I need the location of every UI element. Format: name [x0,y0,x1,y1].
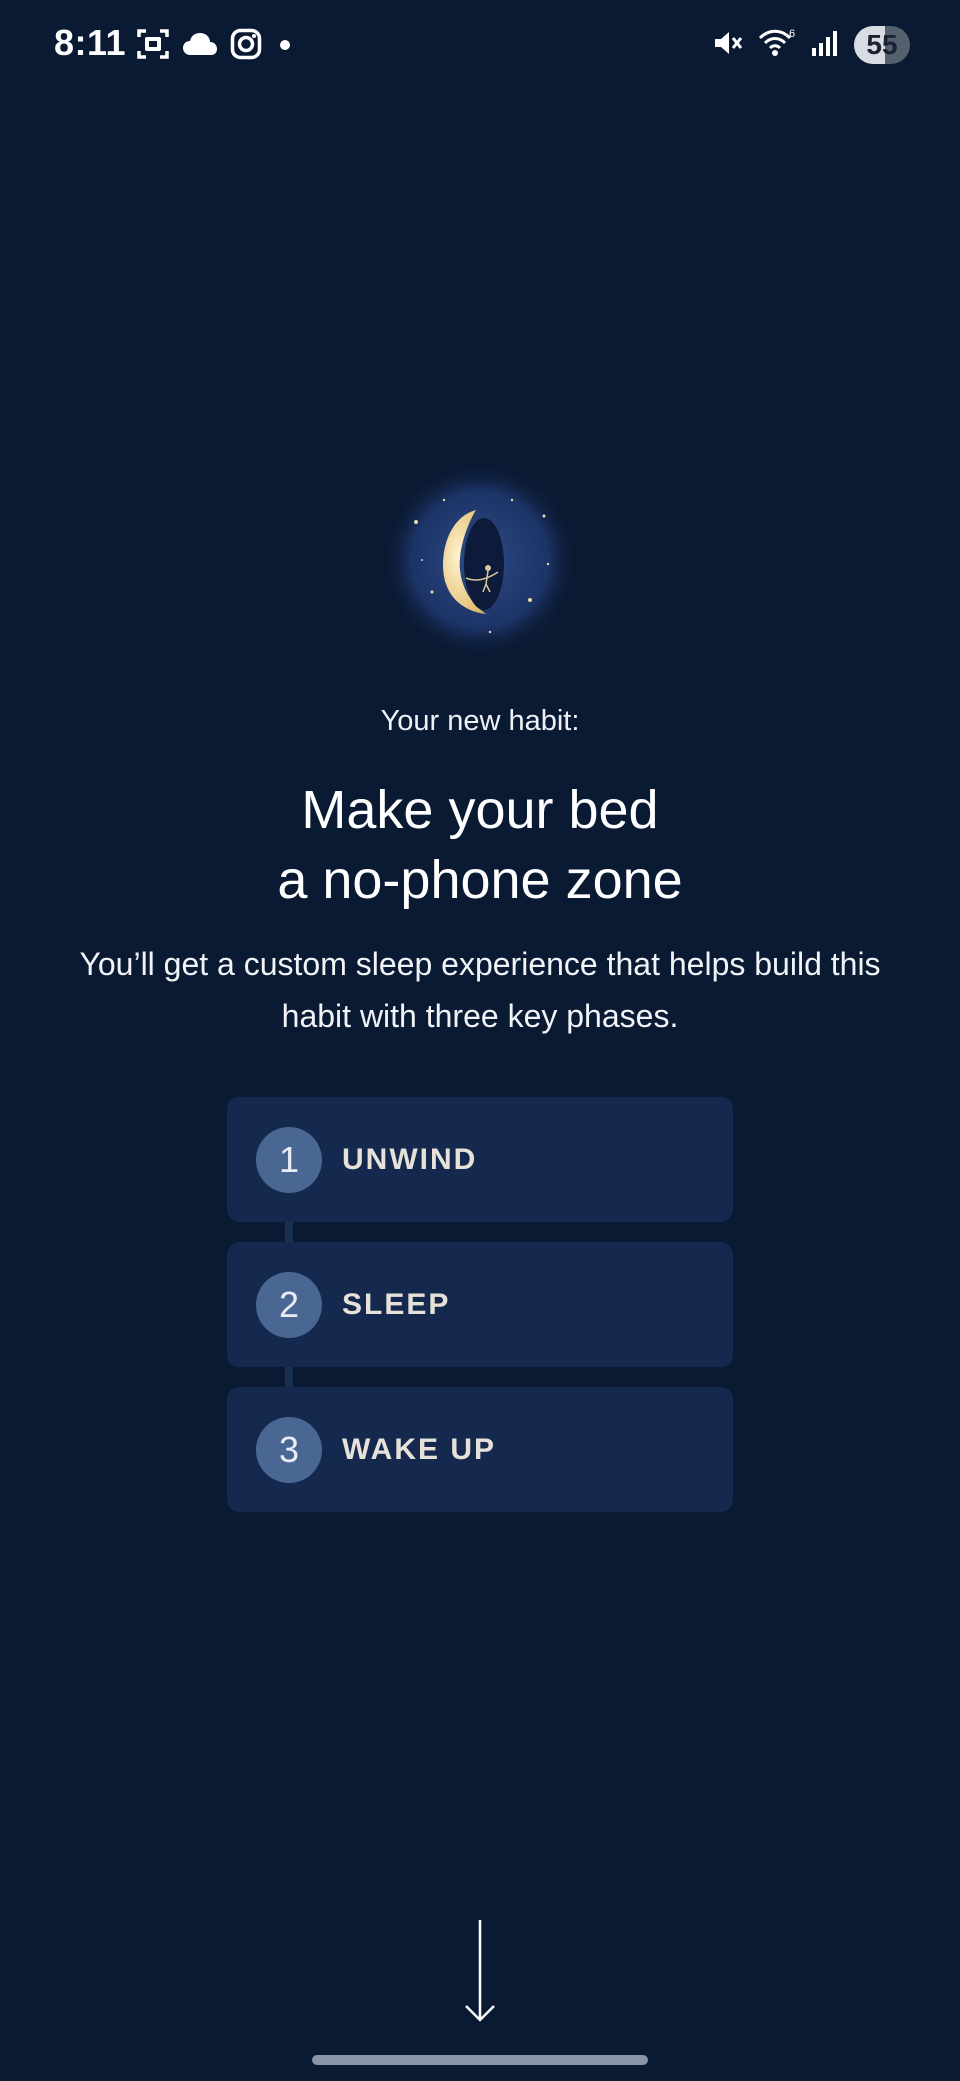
phase-connector [285,1367,293,1389]
description-text: You’ll get a custom sleep experience tha… [79,946,881,1034]
notification-dot-icon [274,33,296,55]
page-title-line-2: a no-phone zone [277,850,683,910]
onboarding-screen: 8:11 6 55 Your new habit: Make your bed … [0,0,960,2081]
wifi-icon: 6 [758,27,796,64]
phase-label: UNWIND [342,1142,478,1176]
phase-number-badge: 3 [256,1416,322,1483]
moon-illustration-icon [380,460,580,660]
signal-icon [810,28,840,63]
status-left-icons [136,26,296,62]
phase-label: SLEEP [342,1287,451,1321]
mute-icon [712,27,744,64]
battery-level: 55 [866,29,898,60]
status-time: 8:11 [54,22,127,63]
phase-card-wake-up: 3 WAKE UP [227,1387,733,1512]
eyebrow-text: Your new habit: [380,705,580,737]
down-arrow-icon[interactable] [462,1918,498,2026]
phase-card-sleep: 2 SLEEP [227,1242,733,1367]
home-indicator[interactable] [312,2055,648,2065]
phase-number-badge: 2 [256,1271,322,1338]
screenshot-icon [136,27,170,61]
instagram-icon [230,28,262,60]
phase-card-unwind: 1 UNWIND [227,1097,733,1222]
status-bar: 8:11 6 55 [0,0,960,90]
phase-connector [285,1222,293,1244]
page-title: Make your bed a no-phone zone [0,775,960,915]
cloud-icon [182,31,218,57]
phase-number-badge: 1 [256,1126,322,1193]
battery-indicator: 55 [854,26,910,64]
status-right-icons: 6 55 [712,24,910,66]
page-title-line-1: Make your bed [301,780,659,840]
phase-label: WAKE UP [342,1432,497,1466]
wifi-badge: 6 [789,28,795,40]
